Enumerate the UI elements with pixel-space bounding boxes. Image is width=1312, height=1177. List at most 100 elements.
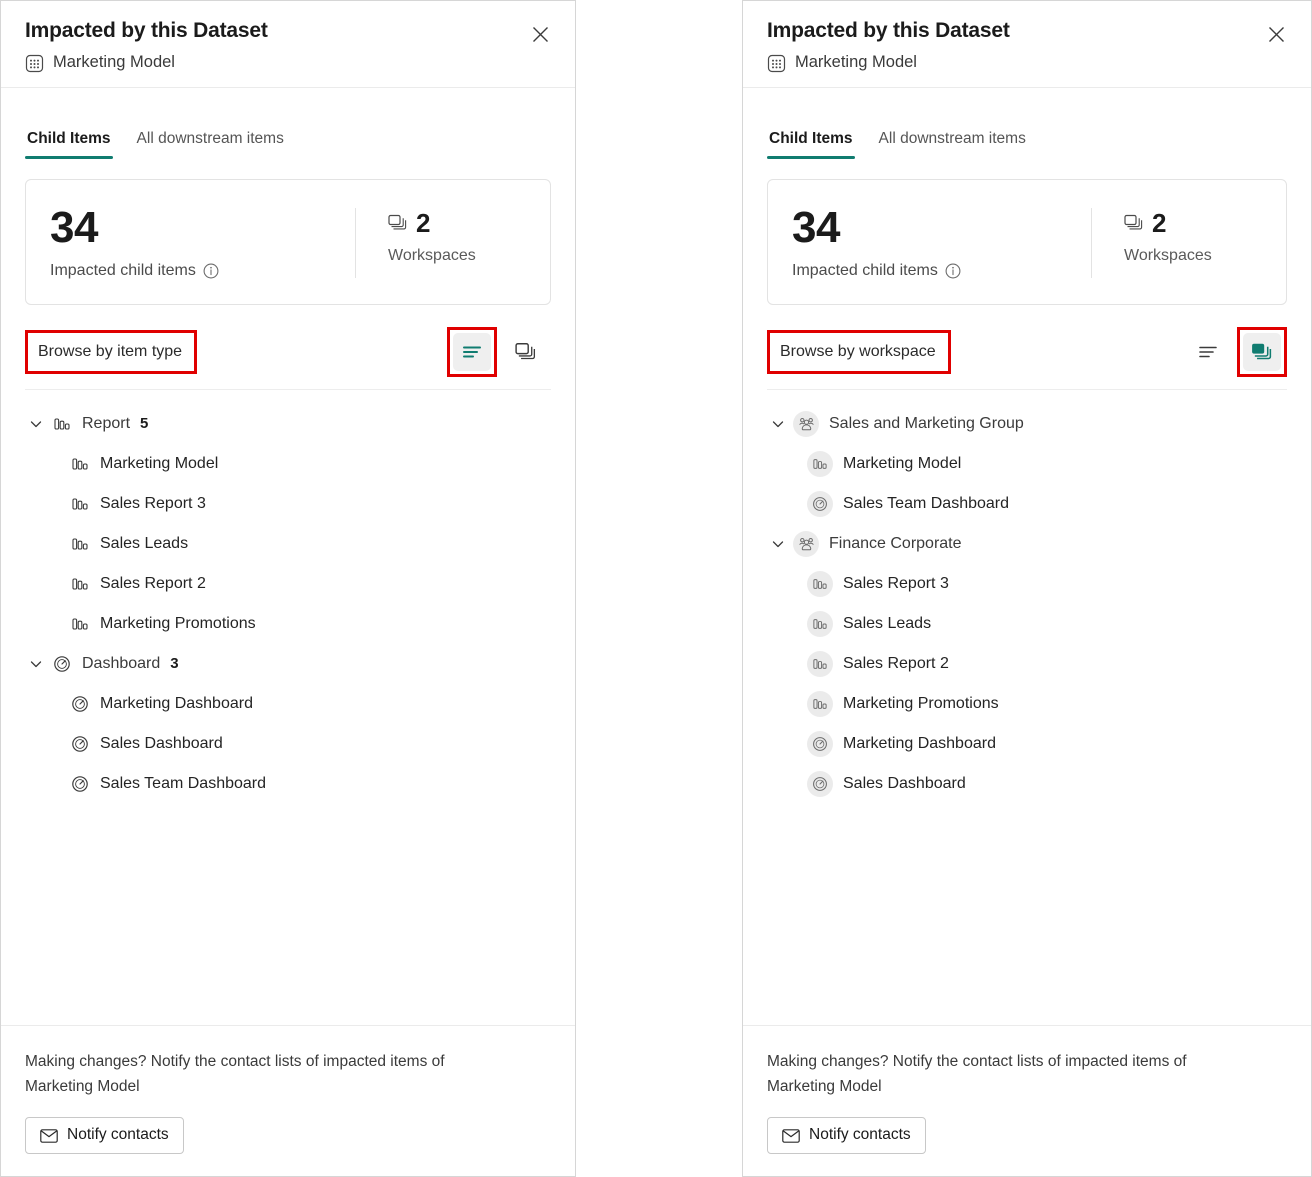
summary-main: 34 Impacted child items [50,202,355,280]
workspaces-count-row: 2 [388,210,526,236]
tree-item[interactable]: Sales Leads [767,604,1287,644]
tree-item[interactable]: Sales Dashboard [25,724,551,764]
workspaces-stack-icon [515,342,537,362]
tree-group-count: 5 [140,415,149,433]
tab-list: Child Items All downstream items [767,130,1287,159]
dashboard-icon [807,490,833,517]
notify-description: Making changes? Notify the contact lists… [25,1052,445,1095]
panel-header: Impacted by this Dataset Marketing Model [743,1,1311,88]
tree-group-label: Dashboard [82,654,161,672]
workspaces-icon [1124,214,1144,232]
chevron-down-icon[interactable] [767,537,789,551]
tree-item[interactable]: Sales Report 3 [25,484,551,524]
tree-item[interactable]: Marketing Model [767,444,1287,484]
close-button[interactable] [1261,19,1291,49]
tab-list: Child Items All downstream items [25,130,551,159]
item-type-toggle-highlight [447,326,497,377]
dashboard-icon [51,655,73,673]
tree-group-dashboard[interactable]: Dashboard 3 [25,644,551,684]
impacted-count: 34 [792,202,840,252]
report-icon [69,496,91,512]
report-icon [807,650,833,677]
tree-item[interactable]: Sales Leads [25,524,551,564]
tree-item[interactable]: Sales Report 3 [767,564,1287,604]
tab-all-downstream-items[interactable]: All downstream items [135,130,286,159]
tree-item-label: Sales Report 3 [843,574,949,592]
tree-item-label: Marketing Dashboard [100,694,253,712]
dashboard-icon [69,695,91,713]
tree-item-label: Marketing Dashboard [843,734,996,752]
notify-contacts-button[interactable]: Notify contacts [767,1117,926,1154]
workspaces-icon [388,214,408,232]
subject-name: Marketing Model [53,53,175,72]
tree-item-label: Sales Team Dashboard [843,494,1010,512]
tree-item[interactable]: Sales Team Dashboard [767,484,1287,524]
mail-icon [782,1128,800,1143]
chevron-down-icon[interactable] [25,657,47,671]
summary-side: 2 Workspaces [1092,206,1262,280]
chevron-down-icon[interactable] [767,417,789,431]
info-icon[interactable] [203,263,219,279]
page-title: Impacted by this Dataset [25,19,268,42]
report-icon [69,536,91,552]
tree-workspace-label: Sales and Marketing Group [829,414,1024,432]
tree-item[interactable]: Marketing Dashboard [25,684,551,724]
impacted-count-label: Impacted child items [50,262,355,280]
notify-description: Making changes? Notify the contact lists… [767,1052,1187,1095]
tree-item-label: Sales Report 2 [843,654,949,672]
summary-card: 34 Impacted child items 2 Workspaces [767,178,1287,305]
impacted-count-label: Impacted child items [792,262,1091,280]
info-icon[interactable] [945,263,961,279]
summary-card: 34 Impacted child items 2 Workspaces [25,178,551,305]
tree-item-label: Sales Leads [100,534,189,552]
browse-by-workspace-toggle[interactable] [507,333,545,371]
notify-contacts-label: Notify contacts [809,1126,911,1144]
tree-item-label: Sales Report 2 [100,574,206,592]
workspace-toggle-wrap [501,327,551,377]
tree-item-label: Sales Dashboard [843,774,966,792]
tree-item-label: Marketing Promotions [100,614,256,632]
tree-item[interactable]: Sales Team Dashboard [25,764,551,804]
browse-bar: Browse by item type [25,326,551,390]
list-lines-icon [461,342,483,362]
tab-child-items[interactable]: Child Items [25,130,113,159]
tree-item-label: Marketing Model [100,454,219,472]
chevron-down-icon[interactable] [25,417,47,431]
screenshot-stage: Impacted by this Dataset Marketing Model [0,0,1312,1177]
browse-by-item-type-toggle[interactable] [1189,333,1227,371]
tab-all-downstream-items[interactable]: All downstream items [877,130,1028,159]
browse-bar: Browse by workspace [767,326,1287,390]
browse-by-item-type-toggle[interactable] [453,332,491,371]
workspace-group-icon [793,410,819,437]
tree-workspace-label: Finance Corporate [829,534,962,552]
tree-item[interactable]: Marketing Promotions [25,604,551,644]
tree-item[interactable]: Sales Dashboard [767,764,1287,804]
report-icon [807,690,833,717]
report-icon [807,450,833,477]
browse-by-workspace-toggle[interactable] [1243,332,1281,371]
tree-workspace-sales-and-marketing-group[interactable]: Sales and Marketing Group [767,404,1287,444]
tree-item[interactable]: Sales Report 2 [767,644,1287,684]
tree-workspace-finance-corporate[interactable]: Finance Corporate [767,524,1287,564]
report-icon [69,456,91,472]
tree-item-label: Marketing Promotions [843,694,999,712]
tree-item[interactable]: Marketing Model [25,444,551,484]
summary-side: 2 Workspaces [356,206,526,280]
tree-group-report[interactable]: Report 5 [25,404,551,444]
tree-item-label: Sales Team Dashboard [100,774,267,792]
workspaces-count: 2 [1152,207,1167,238]
tree-item[interactable]: Sales Report 2 [25,564,551,604]
workspace-toggle-highlight [1237,326,1287,377]
tree-item[interactable]: Marketing Promotions [767,684,1287,724]
view-toggle-group [1183,326,1287,377]
tree-item-label: Marketing Model [843,454,962,472]
item-type-toggle-wrap [1183,327,1233,377]
notify-contacts-button[interactable]: Notify contacts [25,1117,184,1154]
tab-child-items[interactable]: Child Items [767,130,855,159]
dashboard-icon [69,735,91,753]
list-lines-icon [1197,342,1219,362]
close-button[interactable] [525,19,555,49]
tree-group-label: Report [82,414,131,432]
impacted-count: 34 [50,202,98,252]
tree-item[interactable]: Marketing Dashboard [767,724,1287,764]
